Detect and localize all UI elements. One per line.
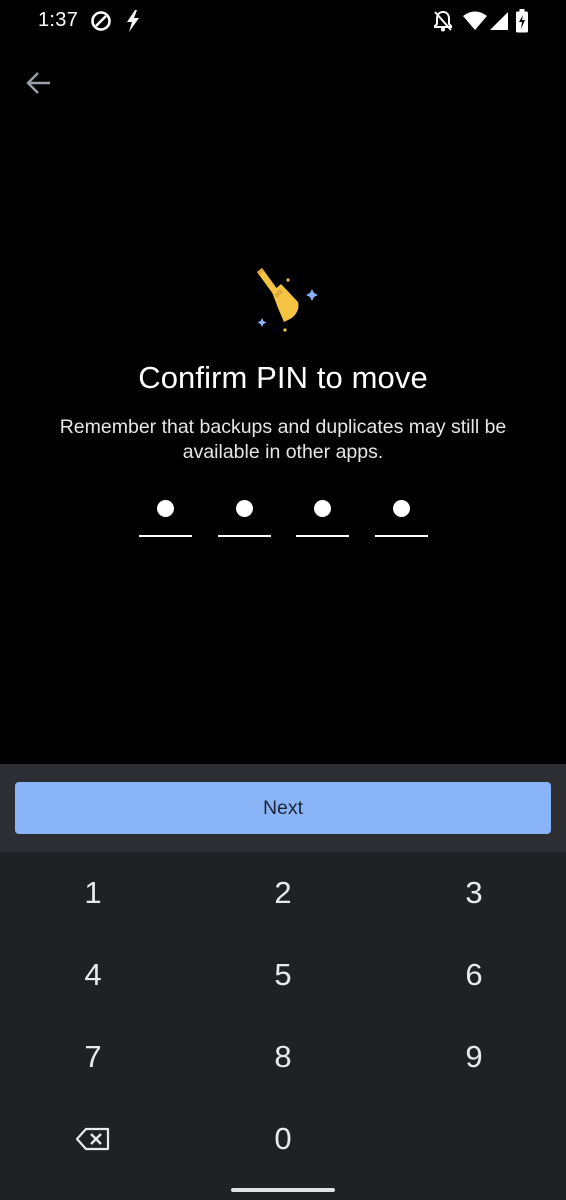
back-button[interactable] xyxy=(16,60,62,106)
pin-dot xyxy=(157,500,174,517)
pin-digit-3 xyxy=(296,490,349,540)
pin-underline xyxy=(296,535,349,537)
key-7[interactable]: 7 xyxy=(3,1022,183,1092)
pin-dot xyxy=(393,500,410,517)
pin-dot xyxy=(236,500,253,517)
pin-underline xyxy=(375,535,428,537)
navigation-bar xyxy=(0,1182,566,1200)
pin-dot xyxy=(314,500,331,517)
key-6[interactable]: 6 xyxy=(384,940,564,1010)
pin-digit-2 xyxy=(218,490,271,540)
status-time: 1:37 xyxy=(38,9,79,31)
key-1[interactable]: 1 xyxy=(3,858,183,928)
pin-entry[interactable] xyxy=(0,490,566,550)
broom-sparkle-icon xyxy=(257,268,318,332)
page-title: Confirm PIN to move xyxy=(138,360,428,395)
page-subtitle: Remember that backups and duplicates may… xyxy=(59,416,507,463)
home-indicator[interactable] xyxy=(231,1188,335,1192)
next-bar: Next xyxy=(0,764,566,852)
key-2[interactable]: 2 xyxy=(193,858,373,928)
backspace-icon xyxy=(76,1127,110,1151)
numeric-keypad: 1 2 3 4 5 6 7 8 9 0 xyxy=(0,852,566,1182)
battery-charging-icon xyxy=(516,9,528,33)
wifi-icon xyxy=(463,11,487,30)
status-bar: 1:37 xyxy=(0,0,566,42)
notifications-off-icon xyxy=(434,10,452,32)
key-4[interactable]: 4 xyxy=(3,940,183,1010)
pin-digit-4 xyxy=(375,490,428,540)
next-button[interactable]: Next xyxy=(15,782,551,834)
key-8[interactable]: 8 xyxy=(193,1022,373,1092)
key-0[interactable]: 0 xyxy=(193,1104,373,1174)
key-3[interactable]: 3 xyxy=(384,858,564,928)
do-not-disturb-icon xyxy=(91,11,111,31)
key-9[interactable]: 9 xyxy=(384,1022,564,1092)
key-5[interactable]: 5 xyxy=(193,940,373,1010)
arrow-back-icon xyxy=(26,72,50,94)
pin-underline xyxy=(139,535,192,537)
pin-digit-1 xyxy=(139,490,192,540)
backspace-key[interactable] xyxy=(3,1104,183,1174)
pin-underline xyxy=(218,535,271,537)
cellular-signal-icon xyxy=(490,12,508,30)
flash-icon xyxy=(127,10,139,32)
